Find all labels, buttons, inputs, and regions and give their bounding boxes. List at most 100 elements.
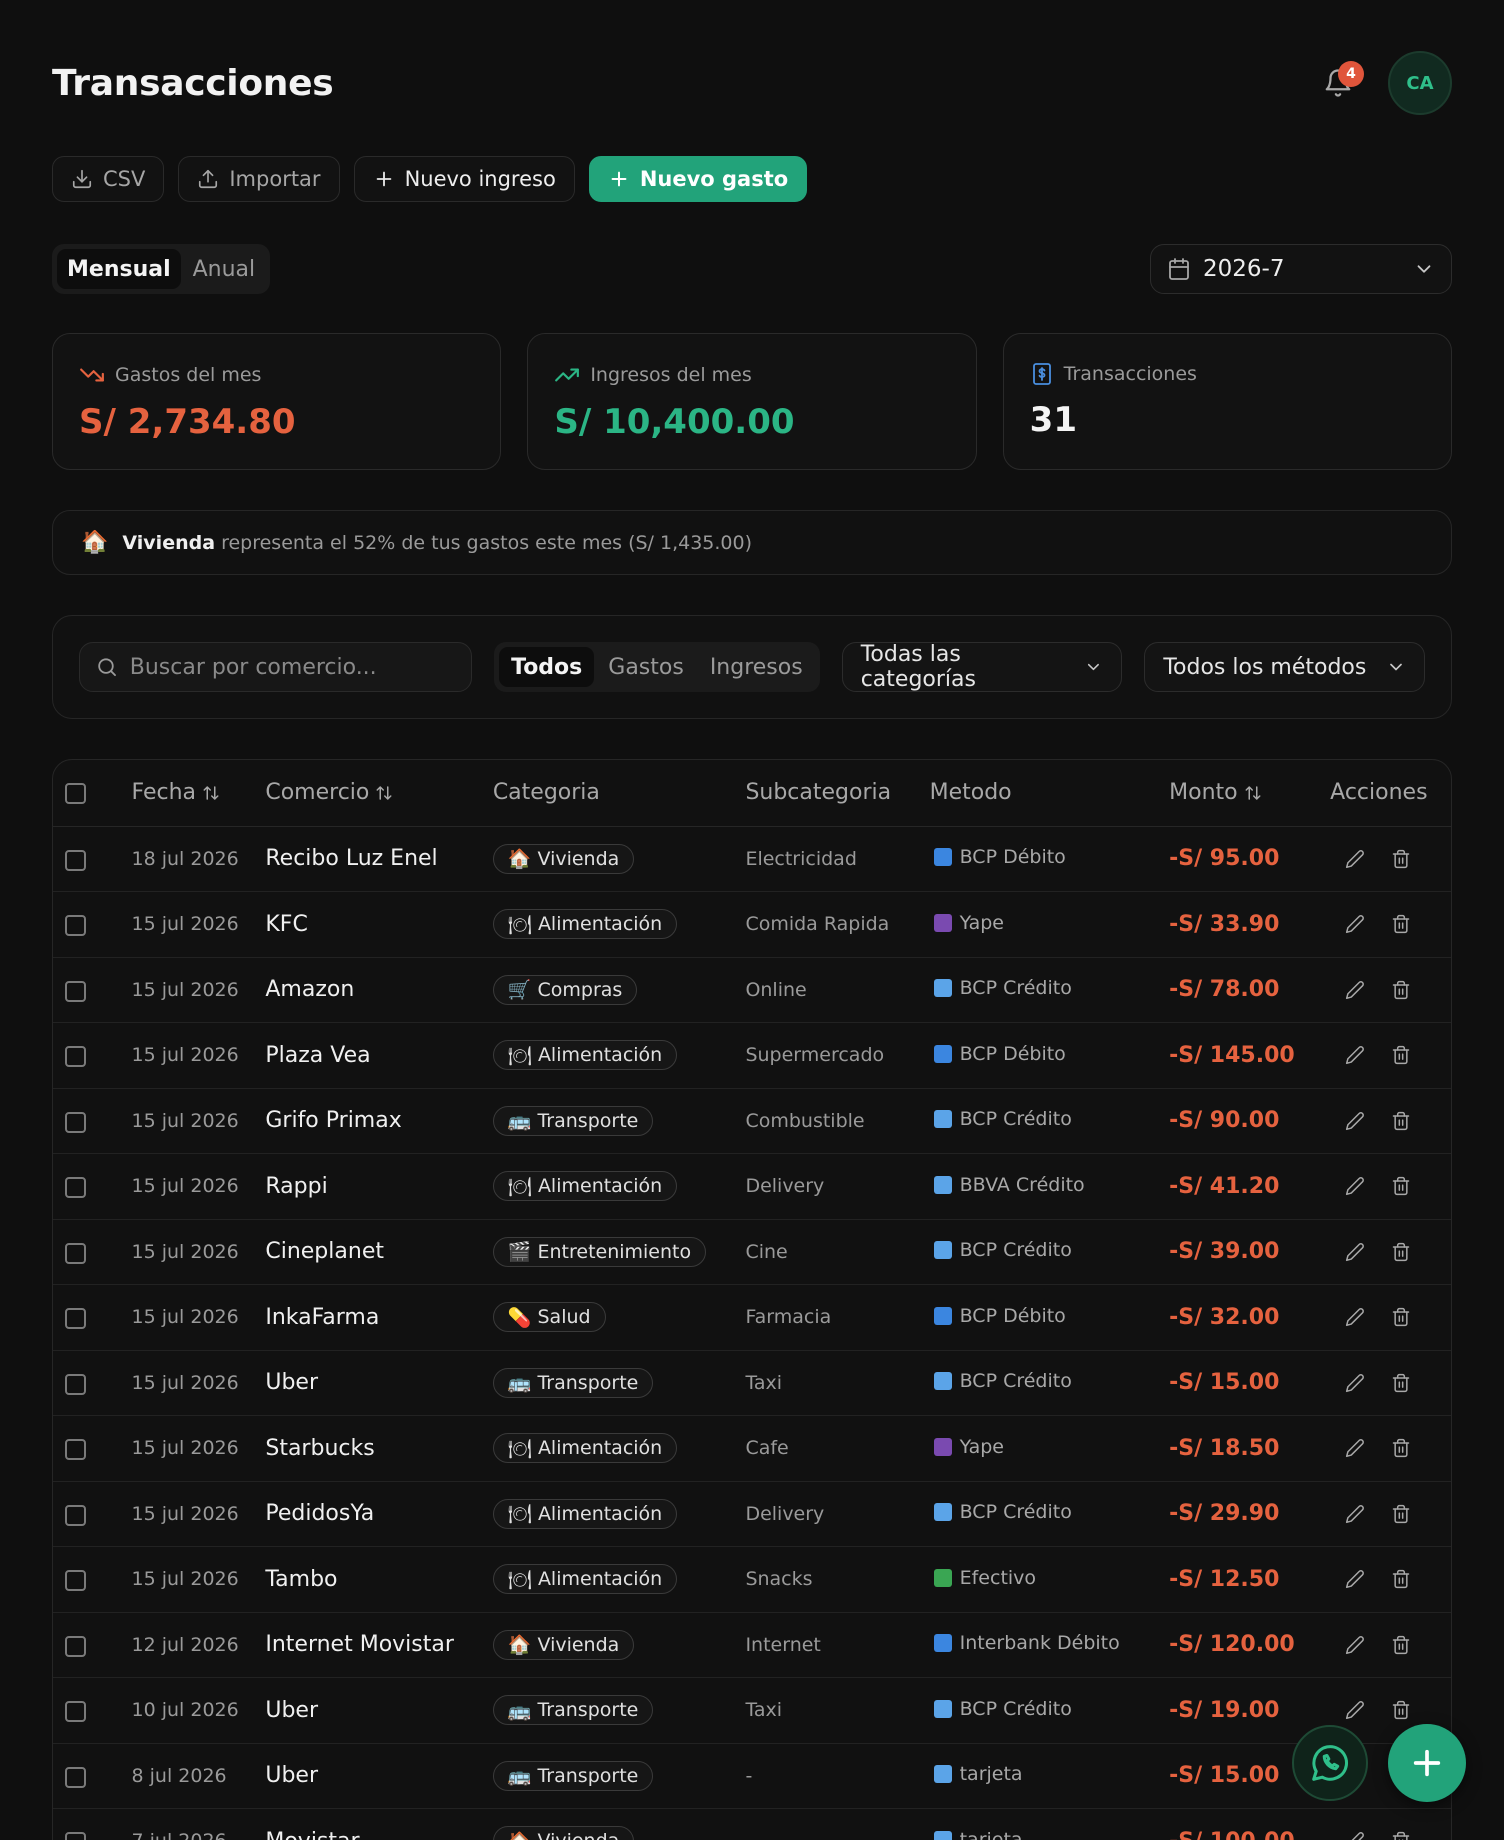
row-date: 12 jul 2026 xyxy=(131,1612,266,1678)
type-filter-toggle: Todos Gastos Ingresos xyxy=(494,642,820,692)
edit-button[interactable] xyxy=(1344,913,1366,935)
edit-button[interactable] xyxy=(1344,848,1366,870)
table-row[interactable]: 15 jul 2026 KFC 🍽 Alimentación Comida Rapida… xyxy=(53,891,1451,958)
edit-button[interactable] xyxy=(1344,1175,1366,1197)
sort-monto-header[interactable]: Monto xyxy=(1169,780,1261,805)
delete-button[interactable] xyxy=(1390,1830,1412,1840)
delete-button[interactable] xyxy=(1390,1503,1412,1525)
category-badge: 🚌 Transporte xyxy=(492,1695,654,1726)
search-input[interactable] xyxy=(129,654,456,680)
delete-button[interactable] xyxy=(1390,1306,1412,1328)
row-checkbox[interactable] xyxy=(65,1570,86,1592)
table-row[interactable]: 15 jul 2026 Amazon 🛒 Compras Online BCP Crédi… xyxy=(53,957,1451,1023)
edit-button[interactable] xyxy=(1344,1372,1366,1394)
delete-button[interactable] xyxy=(1390,1241,1412,1263)
table-row[interactable]: 15 jul 2026 PedidosYa 🍽 Alimentación Deliver… xyxy=(53,1481,1451,1547)
row-amount: -S/ 145.00 xyxy=(1169,1022,1331,1089)
avatar[interactable]: CA xyxy=(1388,51,1452,115)
delete-button[interactable] xyxy=(1390,1110,1412,1132)
delete-button[interactable] xyxy=(1390,1175,1412,1197)
row-checkbox[interactable] xyxy=(65,1242,86,1264)
table-row[interactable]: 7 jul 2026Movistar 🏠 Vivienda tarjeta -S/ 10… xyxy=(53,1808,1451,1840)
delete-button[interactable] xyxy=(1390,1634,1412,1656)
table-row[interactable]: 15 jul 2026 InkaFarma 💊 Salud Farmacia BCP Dé… xyxy=(53,1284,1451,1351)
edit-button[interactable] xyxy=(1344,1568,1366,1590)
edit-button[interactable] xyxy=(1344,979,1366,1001)
delete-button[interactable] xyxy=(1390,1568,1412,1590)
row-checkbox[interactable] xyxy=(65,1308,86,1330)
add-transaction-fab[interactable] xyxy=(1388,1724,1466,1802)
table-row[interactable]: 18 jul 2026 Recibo Luz Enel 🏠 Vivienda Elect… xyxy=(53,826,1451,892)
delete-button[interactable] xyxy=(1390,1372,1412,1394)
category-select-value: Todas las categorías xyxy=(860,642,976,692)
table-row[interactable]: 15 jul 2026 Uber 🚌 Transporte Taxi BCP Crédit… xyxy=(53,1350,1451,1416)
type-expenses-tab[interactable]: Gastos xyxy=(596,647,696,687)
row-checkbox[interactable] xyxy=(65,849,86,871)
sort-fecha-header[interactable]: Fecha xyxy=(132,780,221,805)
row-checkbox[interactable] xyxy=(65,1832,86,1840)
delete-button[interactable] xyxy=(1390,979,1412,1001)
row-checkbox[interactable] xyxy=(65,1701,86,1723)
edit-button[interactable] xyxy=(1344,1503,1366,1525)
row-checkbox[interactable] xyxy=(65,1046,86,1068)
edit-button[interactable] xyxy=(1344,1830,1366,1840)
table-row[interactable]: 15 jul 2026 Grifo Primax 🚌 Transporte Combus… xyxy=(53,1088,1451,1154)
upload-icon xyxy=(199,169,218,189)
edit-button[interactable] xyxy=(1344,1044,1366,1066)
import-button[interactable]: Importar xyxy=(178,156,340,202)
export-csv-button[interactable]: CSV xyxy=(52,156,165,202)
table-row[interactable]: 15 jul 2026 Tambo 🍽 Alimentación Snacks Efect… xyxy=(53,1546,1451,1613)
table-row[interactable]: 15 jul 2026 Cineplanet 🎬 Entretenimiento Cin… xyxy=(53,1219,1451,1285)
row-checkbox[interactable] xyxy=(65,1766,86,1788)
edit-icon xyxy=(1346,1439,1365,1458)
new-expense-button[interactable]: Nuevo gasto xyxy=(588,156,808,202)
category-label: Transporte xyxy=(537,1699,639,1722)
edit-button[interactable] xyxy=(1344,1437,1366,1459)
sort-comercio-header[interactable]: Comercio xyxy=(265,780,393,805)
row-method: Efectivo xyxy=(930,1567,1036,1589)
select-all-checkbox[interactable] xyxy=(65,782,86,804)
table-row[interactable]: 15 jul 2026 Rappi 🍽 Alimentación Delivery BBV… xyxy=(53,1153,1451,1220)
type-income-tab[interactable]: Ingresos xyxy=(698,647,815,687)
delete-button[interactable] xyxy=(1390,913,1412,935)
month-select[interactable]: 2026-7 xyxy=(1150,244,1452,294)
category-emoji-icon: 🏠 xyxy=(507,848,532,871)
whatsapp-button[interactable] xyxy=(1292,1725,1368,1801)
row-checkbox[interactable] xyxy=(65,1373,86,1395)
row-checkbox[interactable] xyxy=(65,1177,86,1199)
row-checkbox[interactable] xyxy=(65,1635,86,1657)
row-checkbox[interactable] xyxy=(65,915,86,937)
notifications-button[interactable]: 4 xyxy=(1318,61,1364,103)
new-income-button[interactable]: Nuevo ingreso xyxy=(353,156,575,202)
edit-button[interactable] xyxy=(1344,1306,1366,1328)
row-checkbox[interactable] xyxy=(65,1439,86,1461)
delete-button[interactable] xyxy=(1390,1699,1412,1721)
edit-button[interactable] xyxy=(1344,1634,1366,1656)
row-checkbox[interactable] xyxy=(65,1504,86,1526)
delete-button[interactable] xyxy=(1390,1044,1412,1066)
edit-button[interactable] xyxy=(1344,1241,1366,1263)
row-checkbox[interactable] xyxy=(65,1111,86,1133)
table-row[interactable]: 10 jul 2026 Uber 🚌 Transporte Taxi BCP Crédit… xyxy=(53,1677,1451,1744)
period-monthly-tab[interactable]: Mensual xyxy=(57,249,181,289)
category-select[interactable]: Todas las categorías xyxy=(841,642,1123,692)
row-actions xyxy=(1330,1044,1451,1066)
method-select[interactable]: Todos los métodos xyxy=(1144,642,1425,692)
type-all-tab[interactable]: Todos xyxy=(499,647,595,687)
edit-button[interactable] xyxy=(1344,1110,1366,1132)
table-row[interactable]: 12 jul 2026 Internet Movistar 🏠 Vivienda Int… xyxy=(53,1612,1451,1678)
table-row[interactable]: 15 jul 2026 Starbucks 🍽 Alimentación Cafe Yap… xyxy=(53,1415,1451,1482)
table-row[interactable]: 15 jul 2026 Plaza Vea 🍽 Alimentación Superme… xyxy=(53,1022,1451,1089)
method-label: BCP Crédito xyxy=(959,1697,1072,1720)
edit-icon xyxy=(1346,849,1365,868)
row-checkbox[interactable] xyxy=(65,980,86,1002)
plus-icon xyxy=(1413,1749,1441,1777)
delete-button[interactable] xyxy=(1390,1437,1412,1459)
delete-button[interactable] xyxy=(1390,848,1412,870)
period-yearly-tab[interactable]: Anual xyxy=(183,249,266,289)
table-row[interactable]: 8 jul 2026 Uber 🚌 Transporte - tarjeta -S/ 15.… xyxy=(53,1743,1451,1809)
category-label: Compras xyxy=(537,978,623,1001)
row-amount: -S/ 18.50 xyxy=(1169,1415,1331,1482)
edit-button[interactable] xyxy=(1344,1699,1366,1721)
table-body: 18 jul 2026 Recibo Luz Enel 🏠 Vivienda Elect… xyxy=(53,826,1451,1840)
